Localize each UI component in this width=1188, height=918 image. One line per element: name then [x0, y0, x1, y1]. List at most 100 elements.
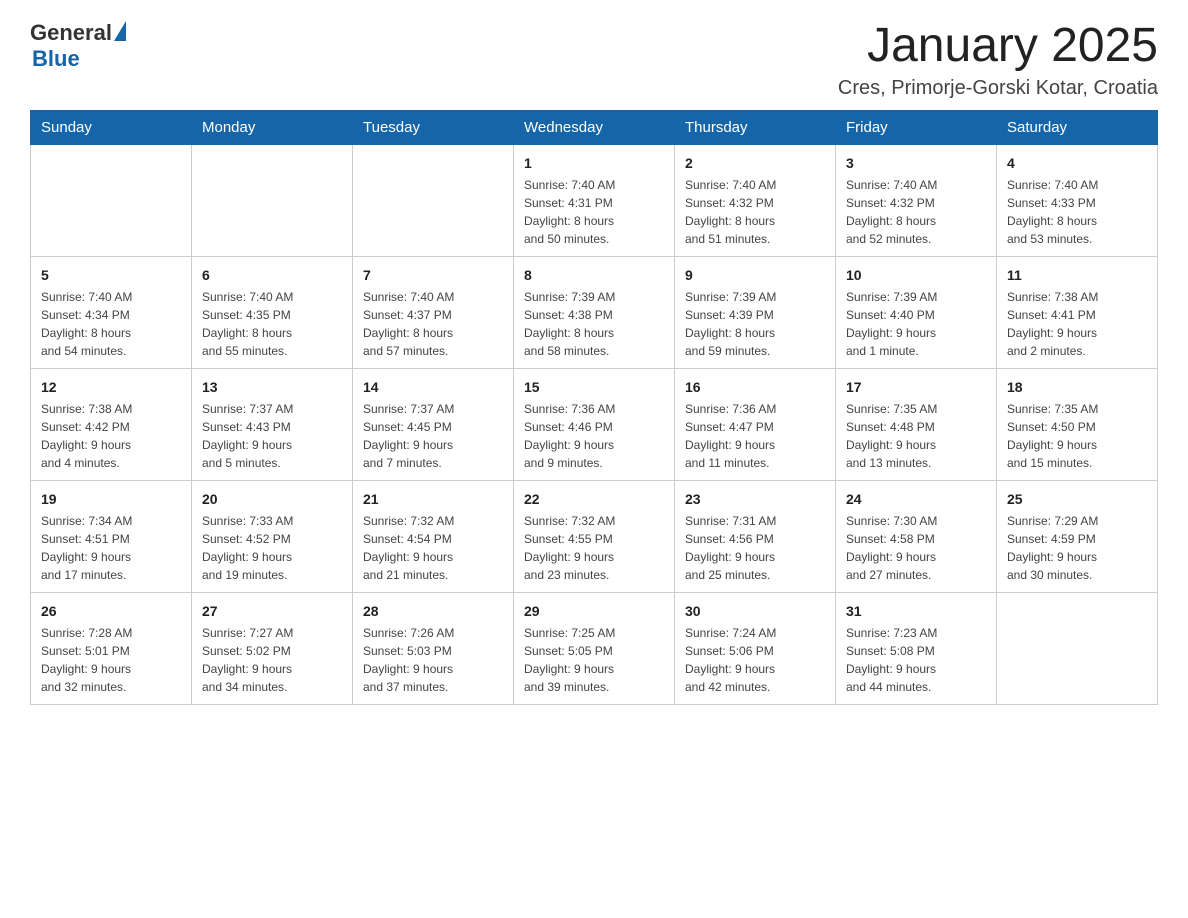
day-number: 17	[846, 377, 986, 398]
day-number: 9	[685, 265, 825, 286]
day-info: Sunrise: 7:37 AMSunset: 4:43 PMDaylight:…	[202, 400, 342, 472]
calendar-cell: 24Sunrise: 7:30 AMSunset: 4:58 PMDayligh…	[836, 480, 997, 592]
day-info: Sunrise: 7:30 AMSunset: 4:58 PMDaylight:…	[846, 512, 986, 584]
day-info: Sunrise: 7:36 AMSunset: 4:47 PMDaylight:…	[685, 400, 825, 472]
page-header: General Blue January 2025 Cres, Primorje…	[30, 20, 1158, 100]
calendar-cell	[31, 144, 192, 256]
calendar-cell: 2Sunrise: 7:40 AMSunset: 4:32 PMDaylight…	[675, 144, 836, 256]
logo-general-text: General	[30, 20, 112, 46]
day-number: 18	[1007, 377, 1147, 398]
day-number: 25	[1007, 489, 1147, 510]
calendar-header-sunday: Sunday	[31, 110, 192, 144]
calendar-cell: 25Sunrise: 7:29 AMSunset: 4:59 PMDayligh…	[997, 480, 1158, 592]
calendar-cell: 1Sunrise: 7:40 AMSunset: 4:31 PMDaylight…	[514, 144, 675, 256]
day-info: Sunrise: 7:27 AMSunset: 5:02 PMDaylight:…	[202, 624, 342, 696]
calendar-cell: 19Sunrise: 7:34 AMSunset: 4:51 PMDayligh…	[31, 480, 192, 592]
calendar-week-row: 5Sunrise: 7:40 AMSunset: 4:34 PMDaylight…	[31, 256, 1158, 368]
day-info: Sunrise: 7:39 AMSunset: 4:38 PMDaylight:…	[524, 288, 664, 360]
day-number: 31	[846, 601, 986, 622]
day-number: 13	[202, 377, 342, 398]
calendar-header-tuesday: Tuesday	[353, 110, 514, 144]
logo: General Blue	[30, 20, 126, 72]
day-info: Sunrise: 7:26 AMSunset: 5:03 PMDaylight:…	[363, 624, 503, 696]
calendar-header-friday: Friday	[836, 110, 997, 144]
calendar-week-row: 1Sunrise: 7:40 AMSunset: 4:31 PMDaylight…	[31, 144, 1158, 256]
calendar-cell: 11Sunrise: 7:38 AMSunset: 4:41 PMDayligh…	[997, 256, 1158, 368]
day-number: 28	[363, 601, 503, 622]
day-info: Sunrise: 7:37 AMSunset: 4:45 PMDaylight:…	[363, 400, 503, 472]
day-number: 3	[846, 153, 986, 174]
day-info: Sunrise: 7:32 AMSunset: 4:55 PMDaylight:…	[524, 512, 664, 584]
logo-blue-text: Blue	[32, 46, 126, 72]
day-info: Sunrise: 7:40 AMSunset: 4:33 PMDaylight:…	[1007, 176, 1147, 248]
day-number: 2	[685, 153, 825, 174]
day-number: 24	[846, 489, 986, 510]
calendar-cell: 23Sunrise: 7:31 AMSunset: 4:56 PMDayligh…	[675, 480, 836, 592]
calendar-cell: 31Sunrise: 7:23 AMSunset: 5:08 PMDayligh…	[836, 592, 997, 704]
logo-triangle-icon	[114, 21, 126, 41]
location-subtitle: Cres, Primorje-Gorski Kotar, Croatia	[838, 77, 1158, 100]
calendar-cell	[192, 144, 353, 256]
day-info: Sunrise: 7:40 AMSunset: 4:31 PMDaylight:…	[524, 176, 664, 248]
calendar-header-saturday: Saturday	[997, 110, 1158, 144]
calendar-cell: 28Sunrise: 7:26 AMSunset: 5:03 PMDayligh…	[353, 592, 514, 704]
day-info: Sunrise: 7:38 AMSunset: 4:41 PMDaylight:…	[1007, 288, 1147, 360]
calendar-cell: 14Sunrise: 7:37 AMSunset: 4:45 PMDayligh…	[353, 368, 514, 480]
day-number: 23	[685, 489, 825, 510]
day-number: 14	[363, 377, 503, 398]
day-info: Sunrise: 7:23 AMSunset: 5:08 PMDaylight:…	[846, 624, 986, 696]
day-number: 1	[524, 153, 664, 174]
calendar-cell: 13Sunrise: 7:37 AMSunset: 4:43 PMDayligh…	[192, 368, 353, 480]
calendar-cell: 8Sunrise: 7:39 AMSunset: 4:38 PMDaylight…	[514, 256, 675, 368]
month-title: January 2025	[838, 20, 1158, 73]
calendar-cell: 9Sunrise: 7:39 AMSunset: 4:39 PMDaylight…	[675, 256, 836, 368]
day-info: Sunrise: 7:32 AMSunset: 4:54 PMDaylight:…	[363, 512, 503, 584]
calendar-cell: 4Sunrise: 7:40 AMSunset: 4:33 PMDaylight…	[997, 144, 1158, 256]
day-number: 8	[524, 265, 664, 286]
day-number: 16	[685, 377, 825, 398]
calendar-cell: 6Sunrise: 7:40 AMSunset: 4:35 PMDaylight…	[192, 256, 353, 368]
calendar-header-thursday: Thursday	[675, 110, 836, 144]
day-info: Sunrise: 7:35 AMSunset: 4:48 PMDaylight:…	[846, 400, 986, 472]
day-number: 19	[41, 489, 181, 510]
calendar-cell: 12Sunrise: 7:38 AMSunset: 4:42 PMDayligh…	[31, 368, 192, 480]
day-info: Sunrise: 7:40 AMSunset: 4:35 PMDaylight:…	[202, 288, 342, 360]
day-number: 10	[846, 265, 986, 286]
title-block: January 2025 Cres, Primorje-Gorski Kotar…	[838, 20, 1158, 100]
day-info: Sunrise: 7:34 AMSunset: 4:51 PMDaylight:…	[41, 512, 181, 584]
day-info: Sunrise: 7:25 AMSunset: 5:05 PMDaylight:…	[524, 624, 664, 696]
calendar-cell: 3Sunrise: 7:40 AMSunset: 4:32 PMDaylight…	[836, 144, 997, 256]
day-info: Sunrise: 7:40 AMSunset: 4:32 PMDaylight:…	[846, 176, 986, 248]
day-info: Sunrise: 7:33 AMSunset: 4:52 PMDaylight:…	[202, 512, 342, 584]
calendar-table: SundayMondayTuesdayWednesdayThursdayFrid…	[30, 110, 1158, 705]
calendar-cell: 29Sunrise: 7:25 AMSunset: 5:05 PMDayligh…	[514, 592, 675, 704]
calendar-header-row: SundayMondayTuesdayWednesdayThursdayFrid…	[31, 110, 1158, 144]
day-info: Sunrise: 7:38 AMSunset: 4:42 PMDaylight:…	[41, 400, 181, 472]
calendar-cell: 26Sunrise: 7:28 AMSunset: 5:01 PMDayligh…	[31, 592, 192, 704]
day-info: Sunrise: 7:31 AMSunset: 4:56 PMDaylight:…	[685, 512, 825, 584]
day-number: 7	[363, 265, 503, 286]
calendar-cell: 21Sunrise: 7:32 AMSunset: 4:54 PMDayligh…	[353, 480, 514, 592]
day-number: 30	[685, 601, 825, 622]
day-info: Sunrise: 7:35 AMSunset: 4:50 PMDaylight:…	[1007, 400, 1147, 472]
day-number: 26	[41, 601, 181, 622]
day-number: 29	[524, 601, 664, 622]
calendar-cell	[997, 592, 1158, 704]
calendar-cell: 16Sunrise: 7:36 AMSunset: 4:47 PMDayligh…	[675, 368, 836, 480]
day-number: 21	[363, 489, 503, 510]
calendar-cell: 20Sunrise: 7:33 AMSunset: 4:52 PMDayligh…	[192, 480, 353, 592]
day-number: 22	[524, 489, 664, 510]
day-number: 27	[202, 601, 342, 622]
calendar-header-monday: Monday	[192, 110, 353, 144]
calendar-cell: 27Sunrise: 7:27 AMSunset: 5:02 PMDayligh…	[192, 592, 353, 704]
day-info: Sunrise: 7:36 AMSunset: 4:46 PMDaylight:…	[524, 400, 664, 472]
calendar-cell: 18Sunrise: 7:35 AMSunset: 4:50 PMDayligh…	[997, 368, 1158, 480]
day-info: Sunrise: 7:40 AMSunset: 4:37 PMDaylight:…	[363, 288, 503, 360]
calendar-cell: 7Sunrise: 7:40 AMSunset: 4:37 PMDaylight…	[353, 256, 514, 368]
day-info: Sunrise: 7:39 AMSunset: 4:40 PMDaylight:…	[846, 288, 986, 360]
calendar-cell: 22Sunrise: 7:32 AMSunset: 4:55 PMDayligh…	[514, 480, 675, 592]
day-info: Sunrise: 7:29 AMSunset: 4:59 PMDaylight:…	[1007, 512, 1147, 584]
day-info: Sunrise: 7:28 AMSunset: 5:01 PMDaylight:…	[41, 624, 181, 696]
day-number: 6	[202, 265, 342, 286]
day-number: 12	[41, 377, 181, 398]
